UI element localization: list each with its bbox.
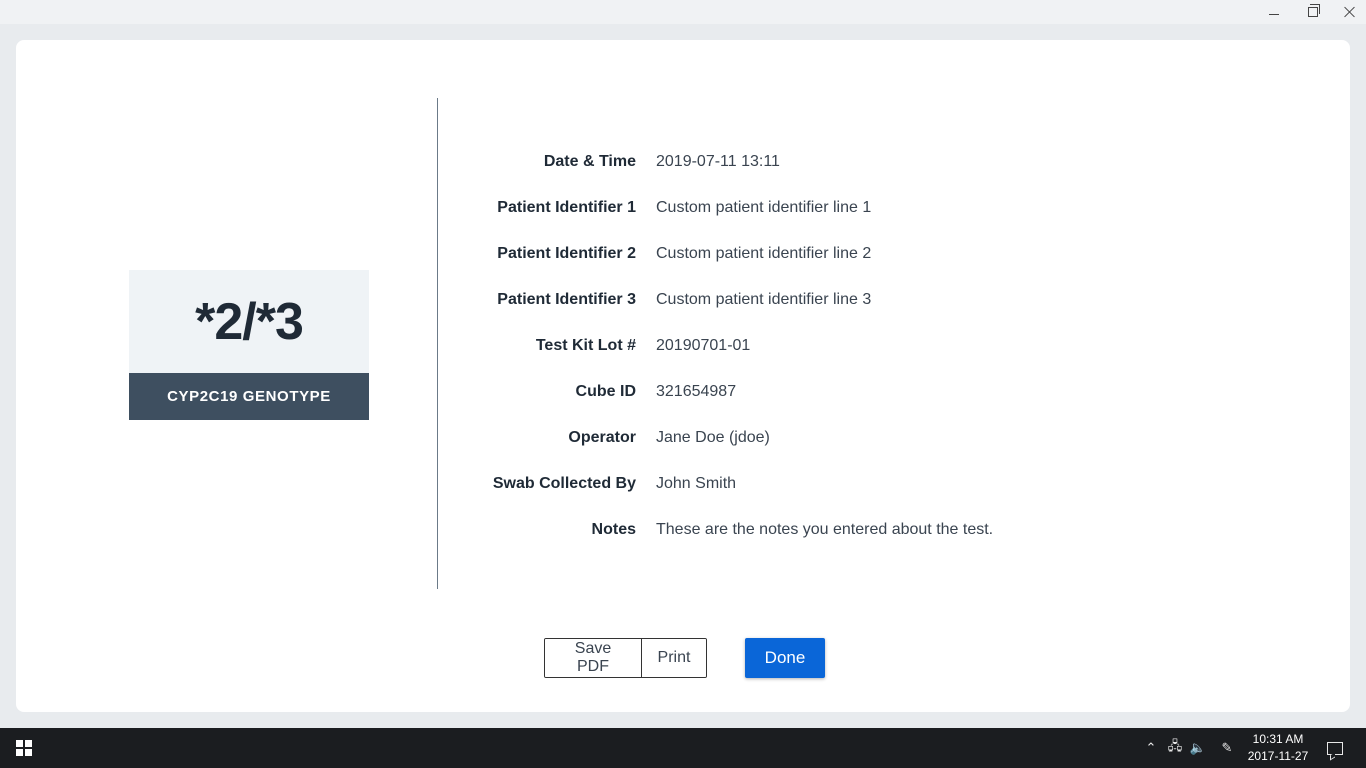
detail-value: 321654987 (656, 383, 737, 400)
detail-value: Jane Doe (jdoe) (656, 429, 770, 446)
network-icon[interactable]: 🖧 (1164, 728, 1186, 768)
minimize-icon (1269, 13, 1279, 15)
start-button[interactable] (0, 728, 48, 768)
detail-value: 2019-07-11 13:11 (656, 153, 780, 170)
vertical-divider (437, 98, 438, 589)
detail-row-swab-collected-by: Swab Collected By John Smith (456, 474, 1156, 520)
taskbar: ⌃ 🖧 🔈 ✎ 10:31 AM 2017-11-27 (0, 728, 1366, 768)
volume-icon[interactable]: 🔈 (1187, 728, 1209, 768)
title-bar (0, 0, 1366, 24)
save-pdf-button[interactable]: Save PDF (545, 639, 641, 677)
test-details: Date & Time 2019-07-11 13:11 Patient Ide… (456, 152, 1156, 566)
show-hidden-icons-icon[interactable]: ⌃ (1140, 728, 1162, 768)
genotype-label: CYP2C19 GENOTYPE (167, 388, 331, 405)
close-button[interactable] (1330, 0, 1366, 24)
notification-icon (1327, 741, 1343, 755)
detail-label: Patient Identifier 2 (497, 245, 636, 262)
detail-row-patient-id-1: Patient Identifier 1 Custom patient iden… (456, 198, 1156, 244)
detail-row-patient-id-3: Patient Identifier 3 Custom patient iden… (456, 290, 1156, 336)
detail-row-date-time: Date & Time 2019-07-11 13:11 (456, 152, 1156, 198)
detail-value: Custom patient identifier line 1 (656, 199, 872, 216)
pen-workspace-icon[interactable]: ✎ (1215, 728, 1239, 768)
detail-label: Patient Identifier 1 (497, 199, 636, 216)
genotype-value: *2/*3 (195, 292, 304, 351)
genotype-panel: *2/*3 CYP2C19 GENOTYPE (129, 270, 369, 420)
action-center-button[interactable] (1320, 728, 1350, 768)
detail-label: Swab Collected By (492, 475, 636, 492)
taskbar-clock[interactable]: 10:31 AM 2017-11-27 (1242, 731, 1314, 765)
print-button[interactable]: Print (642, 639, 706, 677)
detail-row-cube-id: Cube ID 321654987 (456, 382, 1156, 428)
detail-label: Cube ID (575, 383, 636, 400)
detail-value: Custom patient identifier line 3 (656, 291, 872, 308)
detail-label: Test Kit Lot # (535, 337, 636, 354)
detail-value: These are the notes you entered about th… (656, 521, 994, 538)
result-card: *2/*3 CYP2C19 GENOTYPE Date & Time 2019-… (16, 40, 1350, 712)
close-icon (1344, 6, 1356, 18)
detail-row-notes: Notes These are the notes you entered ab… (456, 520, 1156, 566)
genotype-value-box: *2/*3 (129, 270, 369, 373)
minimize-button[interactable] (1254, 0, 1294, 24)
detail-label: Date & Time (543, 153, 636, 170)
detail-row-operator: Operator Jane Doe (jdoe) (456, 428, 1156, 474)
detail-value: 20190701-01 (656, 337, 751, 354)
detail-label: Notes (591, 521, 636, 538)
detail-label: Patient Identifier 3 (497, 291, 636, 308)
detail-row-patient-id-2: Patient Identifier 2 Custom patient iden… (456, 244, 1156, 290)
clock-date: 2017-11-27 (1247, 749, 1309, 763)
export-button-group: Save PDF Print (544, 638, 707, 678)
windows-logo-icon (16, 740, 32, 756)
detail-label: Operator (568, 429, 636, 446)
done-button[interactable]: Done (745, 638, 825, 678)
detail-value: John Smith (656, 475, 737, 492)
restore-icon (1308, 4, 1320, 17)
clock-time: 10:31 AM (1252, 732, 1304, 746)
detail-value: Custom patient identifier line 2 (656, 245, 872, 262)
genotype-label-box: CYP2C19 GENOTYPE (129, 373, 369, 420)
detail-row-test-kit-lot: Test Kit Lot # 20190701-01 (456, 336, 1156, 382)
restore-button[interactable] (1293, 0, 1333, 24)
